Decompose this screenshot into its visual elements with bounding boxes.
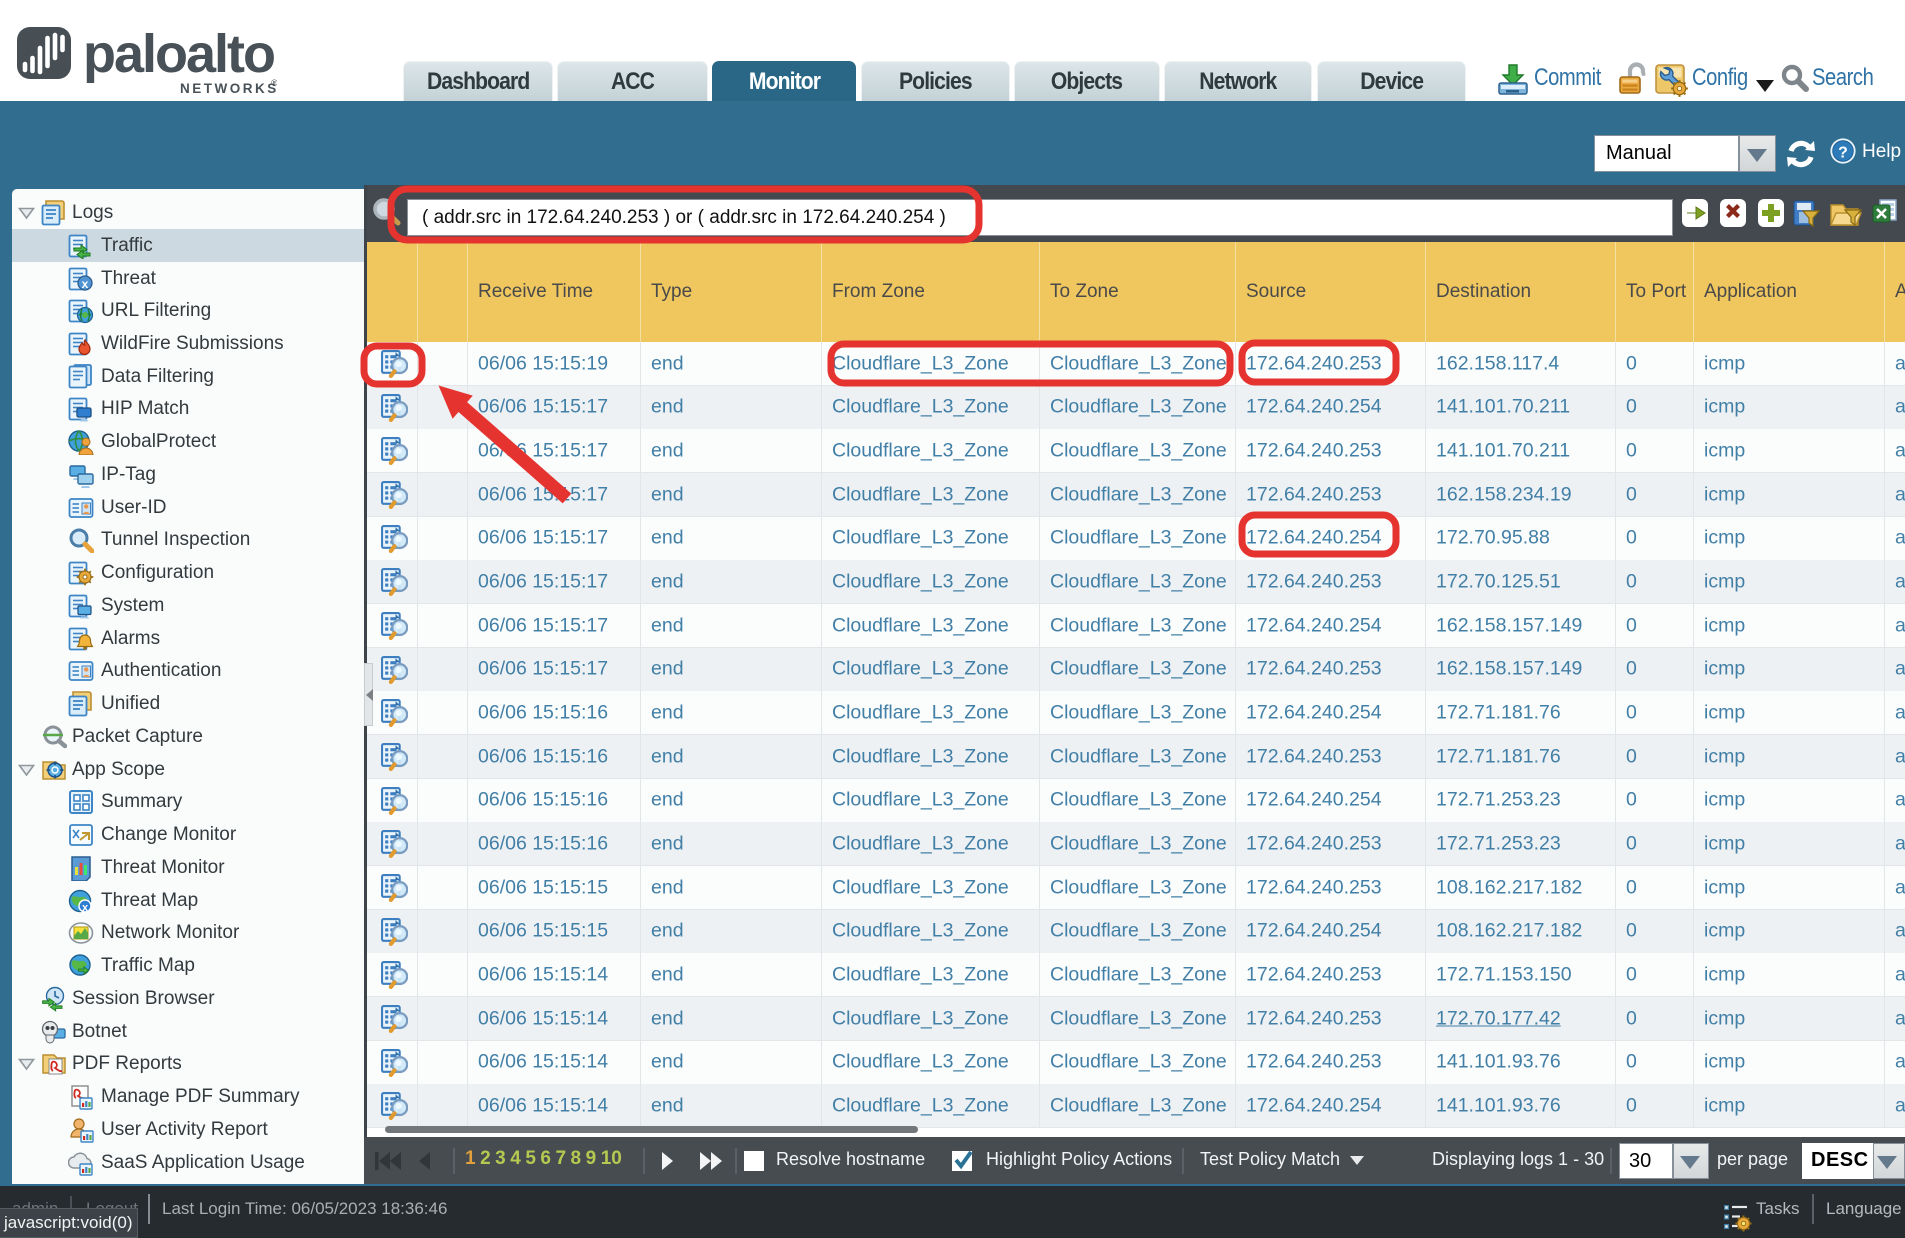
svg-text:paloalto: paloalto	[83, 26, 274, 84]
svg-text:x: x	[82, 277, 89, 291]
svg-text:x: x	[82, 902, 89, 914]
svg-text:?: ?	[1838, 145, 1848, 162]
svg-text:NETWORKS: NETWORKS	[180, 81, 277, 96]
svg-text:®: ®	[271, 78, 277, 88]
